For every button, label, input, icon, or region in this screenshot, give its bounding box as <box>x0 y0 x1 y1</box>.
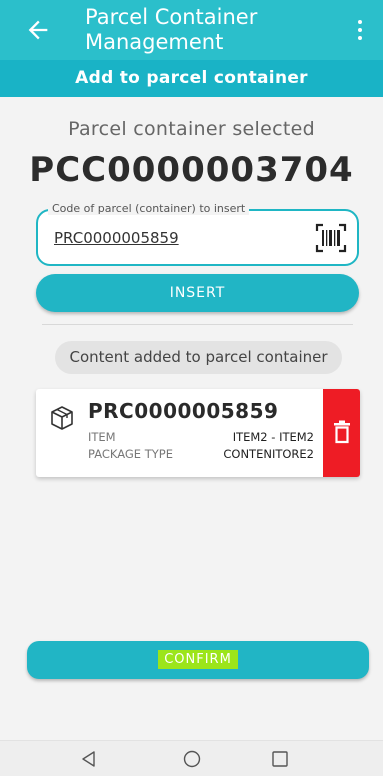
arrow-back-icon[interactable] <box>24 16 52 44</box>
barcode-scan-icon[interactable] <box>315 223 347 253</box>
package-type-value: CONTENITORE2 <box>223 447 314 461</box>
nav-recents-icon[interactable] <box>270 749 290 769</box>
parcel-code-input[interactable] <box>54 229 294 247</box>
nav-home-icon[interactable] <box>182 749 202 769</box>
delete-item-button[interactable] <box>323 389 360 477</box>
parcel-code-field[interactable]: Code of parcel (container) to insert <box>36 202 359 266</box>
divider <box>42 324 353 325</box>
page-subtitle: Add to parcel container <box>0 60 383 97</box>
app-title: Parcel Container Management <box>85 5 258 54</box>
content-added-chip: Content added to parcel container <box>55 341 342 374</box>
parcel-code-label: Code of parcel (container) to insert <box>48 202 250 215</box>
selected-container-code: PCC0000003704 <box>29 150 354 190</box>
confirm-button[interactable]: CONFIRM <box>27 641 369 679</box>
list-item: PRC0000005859 ITEM ITEM2 - ITEM2 PACKAGE… <box>36 389 360 477</box>
parcel-code: PRC0000005859 <box>88 399 279 423</box>
package-icon <box>51 406 73 430</box>
item-value: ITEM2 - ITEM2 <box>232 430 314 444</box>
selected-container-label: Parcel container selected <box>68 118 315 140</box>
package-type-label: PACKAGE TYPE <box>88 447 173 461</box>
more-vert-icon[interactable] <box>351 18 369 42</box>
item-label: ITEM <box>88 430 116 444</box>
system-nav-bar <box>0 740 383 776</box>
confirm-label: CONFIRM <box>158 650 238 669</box>
insert-button[interactable]: INSERT <box>36 274 359 312</box>
app-bar: Parcel Container Management <box>0 0 383 60</box>
nav-back-icon[interactable] <box>79 749 99 769</box>
trash-icon <box>334 420 350 444</box>
